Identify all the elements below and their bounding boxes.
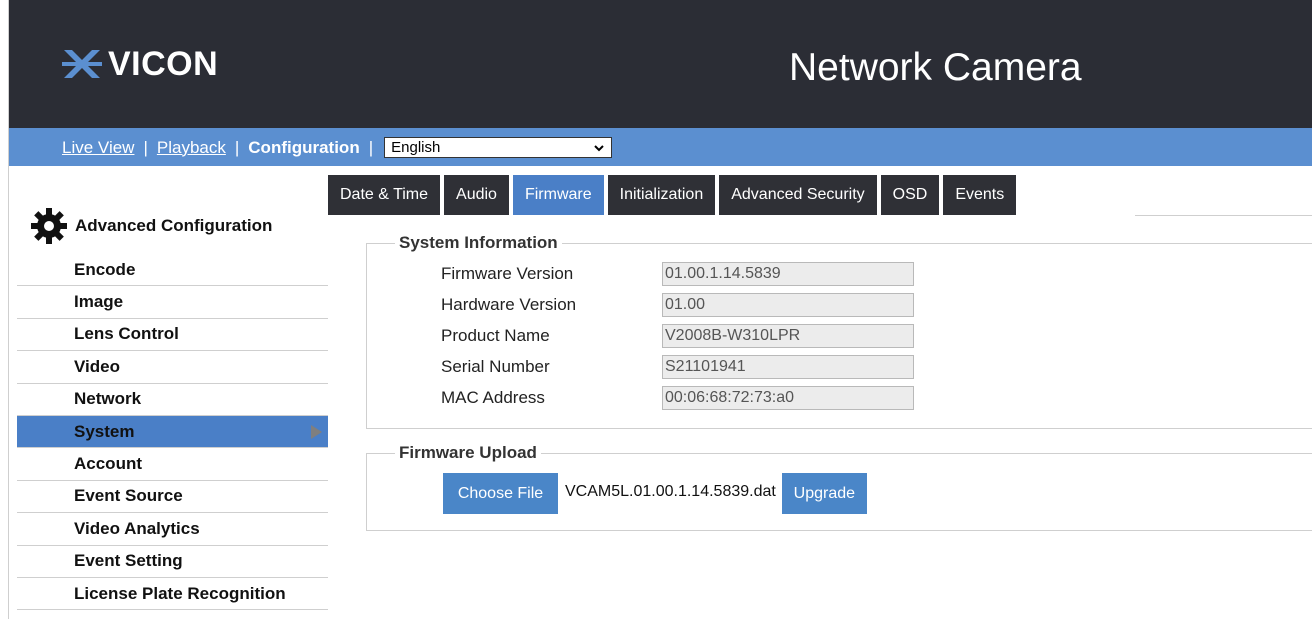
sidebar-item-license-plate-recognition[interactable]: License Plate Recognition (17, 578, 328, 611)
nav-separator: | (368, 137, 374, 157)
sidebar-item-video[interactable]: Video (17, 351, 328, 384)
tab-label: Audio (456, 186, 497, 203)
nav-configuration[interactable]: Configuration (248, 138, 359, 158)
mac-address-row: MAC Address 00:06:68:72:73:a0 (441, 386, 914, 410)
vicon-logo-icon (62, 50, 102, 78)
tab-label: Initialization (619, 186, 704, 203)
sidebar-title: Advanced Configuration (29, 206, 272, 246)
sidebar-item-label: Event Setting (74, 551, 183, 571)
product-name-row: Product Name V2008B-W310LPR (441, 324, 914, 348)
sidebar-item-event-source[interactable]: Event Source (17, 481, 328, 514)
choose-file-button[interactable]: Choose File (443, 473, 558, 514)
serial-number-label: Serial Number (441, 357, 550, 376)
firmware-upload-row: Choose File VCAM5L.01.00.1.14.5839.dat U… (443, 473, 867, 514)
tab-osd[interactable]: OSD (880, 175, 940, 215)
tab-audio[interactable]: Audio (444, 175, 509, 215)
nav-separator: | (234, 137, 240, 157)
sidebar-item-label: Encode (74, 259, 136, 279)
sidebar-item-system[interactable]: System (17, 415, 328, 449)
selected-file-name: VCAM5L.01.00.1.14.5839.dat (565, 483, 776, 500)
sidebar-item-label: Video (74, 356, 120, 376)
tab-advanced-security[interactable]: Advanced Security (719, 175, 877, 215)
tab-firmware[interactable]: Firmware (512, 175, 604, 215)
sidebar-item-event-setting[interactable]: Event Setting (17, 546, 328, 578)
page-header: VICON Network Camera (9, 0, 1312, 128)
left-border (8, 0, 9, 619)
language-select-value: English (391, 139, 441, 156)
config-tabs: Date & Time Audio Firmware Initializatio… (328, 175, 1020, 215)
chevron-down-icon (594, 144, 604, 151)
sidebar-menu: Encode Image Lens Control Video Network … (17, 254, 328, 611)
serial-number-field: S21101941 (662, 355, 914, 379)
firmware-version-row: Firmware Version 01.00.1.14.5839 (441, 262, 914, 286)
nav-live-view-link[interactable]: Live View (62, 138, 134, 158)
hardware-version-field: 01.00 (662, 293, 914, 317)
hardware-version-row: Hardware Version 01.00 (441, 293, 914, 317)
nav-separator: | (143, 137, 148, 157)
tab-label: Date & Time (340, 186, 429, 203)
gear-icon (31, 208, 67, 244)
mac-address-field: 00:06:68:72:73:a0 (662, 386, 914, 410)
nav-playback-link[interactable]: Playback (157, 138, 226, 158)
sidebar-item-encode[interactable]: Encode (17, 254, 328, 287)
sidebar-item-label: License Plate Recognition (74, 583, 286, 603)
firmware-upload-legend: Firmware Upload (395, 443, 541, 463)
sidebar-item-lens-control[interactable]: Lens Control (17, 319, 328, 352)
hardware-version-label: Hardware Version (441, 295, 577, 314)
sidebar-item-label: System (74, 421, 135, 441)
mac-address-label: MAC Address (441, 388, 545, 407)
sidebar-item-label: Account (74, 454, 142, 474)
product-title: Network Camera (789, 46, 1082, 89)
tab-divider (1135, 215, 1312, 216)
sidebar-item-label: Event Source (74, 486, 183, 506)
tab-label: Firmware (524, 186, 592, 203)
sidebar-item-label: Image (74, 292, 124, 312)
language-select[interactable]: English (384, 137, 613, 158)
sidebar-item-account[interactable]: Account (17, 448, 328, 481)
upgrade-button[interactable]: Upgrade (781, 473, 867, 514)
sidebar: Advanced Configuration Encode Image Lens… (9, 166, 328, 619)
caret-right-icon (311, 424, 322, 439)
tab-events[interactable]: Events (943, 175, 1017, 215)
sidebar-item-label: Network (74, 389, 142, 409)
product-name-label: Product Name (441, 326, 550, 345)
sidebar-item-image[interactable]: Image (17, 286, 328, 319)
sidebar-item-network[interactable]: Network (17, 384, 328, 416)
serial-number-row: Serial Number S21101941 (441, 355, 914, 379)
vicon-logo: VICON (62, 46, 218, 82)
tab-date-time[interactable]: Date & Time (328, 175, 441, 215)
sidebar-title-label: Advanced Configuration (75, 216, 273, 235)
tab-initialization[interactable]: Initialization (607, 175, 716, 215)
firmware-version-field: 01.00.1.14.5839 (662, 262, 914, 286)
firmware-version-label: Firmware Version (441, 264, 574, 283)
product-name-field: V2008B-W310LPR (662, 324, 914, 348)
tab-label: OSD (892, 186, 928, 203)
top-nav: Live View | Playback | Configuration | E… (62, 137, 613, 158)
sidebar-item-label: Lens Control (74, 324, 179, 344)
tab-label: Events (955, 186, 1005, 203)
tab-label: Advanced Security (731, 186, 865, 203)
top-nav-bar: Live View | Playback | Configuration | E… (9, 128, 1312, 166)
sidebar-item-video-analytics[interactable]: Video Analytics (17, 513, 328, 546)
logo-text: VICON (108, 45, 219, 83)
system-information-legend: System Information (395, 233, 562, 253)
sidebar-item-label: Video Analytics (74, 518, 200, 538)
